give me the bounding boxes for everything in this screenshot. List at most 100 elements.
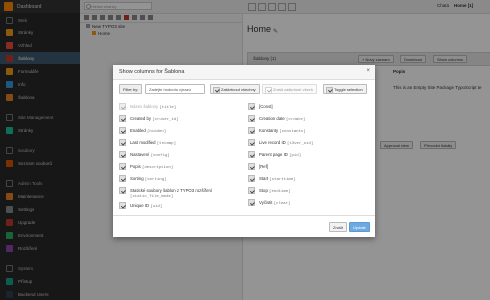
column-option[interactable]: Live record ID [t3ver_oid] [248,138,368,148]
column-name: Created by [130,116,152,121]
column-code: [config] [150,154,170,158]
column-code: [title] [159,106,177,110]
cancel-button[interactable]: Zrušit [329,222,347,232]
checkbox-icon[interactable] [119,163,126,170]
column-name: Vyčistit [259,200,273,205]
column-option-label: Sorting [sorting] [130,176,166,182]
column-code: [cruser_id] [152,118,179,122]
column-option[interactable]: Popis [description] [119,162,239,172]
column-option[interactable]: Start [starttime] [248,174,368,184]
toggle-icon [326,86,333,94]
column-option[interactable]: Statické soubory šablon z TYPO3 rozšířen… [119,186,239,199]
column-option[interactable]: Stop [endtime] [248,186,368,196]
column-code: [static_file_mode] [130,195,174,199]
column-name: Parent page ID [259,152,288,157]
column-option[interactable]: Creation date [crdate] [248,114,368,124]
column-option[interactable]: Vyčistit [clear] [248,198,368,208]
checkbox-icon[interactable] [119,202,126,209]
checkbox-icon[interactable] [248,127,255,134]
column-code: [sorting] [144,178,167,182]
column-name: Last modified [130,140,156,145]
column-option-label: Created by [cruser_id] [130,116,179,122]
column-code: [clear] [273,202,291,206]
filter-input[interactable]: Zadejte hodnotu výrazu [145,84,205,94]
column-option-label: Konstanty [constants] [259,128,306,134]
column-option-label: Creation date [crdate] [259,116,305,122]
checkbox-icon [119,103,126,110]
checkbox-icon[interactable] [248,103,255,110]
column-option-label: Popis [description] [130,164,173,170]
modal-header: Show columns for Šablona × [113,65,375,80]
column-code: [pid] [289,154,302,158]
column-name: Název šablony [130,104,159,109]
column-code: [hidden] [146,130,167,134]
column-option[interactable]: Created by [cruser_id] [119,114,239,124]
checkbox-icon[interactable] [119,115,126,122]
empty-checkbox-icon [265,86,272,94]
column-name: Konstanty [259,128,279,133]
checkbox-icon[interactable] [119,139,126,146]
column-option[interactable]: [Const] [248,102,368,112]
column-option[interactable]: Konstanty [constants] [248,126,368,136]
checkbox-icon[interactable] [248,139,255,146]
checkbox-icon [213,86,220,94]
checkbox-icon[interactable] [248,187,255,194]
column-name: Creation date [259,116,285,121]
column-option[interactable]: Enabled [hidden] [119,126,239,136]
toggle-selection-button[interactable]: Toggle selection [323,84,367,94]
deselect-all-button[interactable]: Zrušit zaškrtnutí všech [262,84,318,94]
checkbox-icon[interactable] [248,163,255,170]
checkbox-icon[interactable] [119,187,126,194]
column-option[interactable]: Unique ID [uid] [119,201,239,211]
column-code: [tstamp] [156,142,176,146]
column-option-label: Live record ID [t3ver_oid] [259,140,313,146]
checkbox-icon[interactable] [248,115,255,122]
column-name: Nastavení [130,152,150,157]
checkbox-icon[interactable] [119,151,126,158]
column-option[interactable]: [Ref] [248,162,368,172]
column-code: [description] [141,166,174,170]
column-name: Popis [130,164,141,169]
column-option-label: Vyčistit [clear] [259,200,290,206]
column-name: Start [259,176,269,181]
column-code: [t3ver_oid] [286,142,314,146]
column-code: [crdate] [286,118,306,122]
column-name: [Ref] [259,164,269,169]
select-all-button[interactable]: Zaškrtnout všechny [210,84,260,94]
column-option[interactable]: Last modified [tstamp] [119,138,239,148]
checkbox-icon[interactable] [119,175,126,182]
checkbox-icon[interactable] [119,127,126,134]
checkbox-icon[interactable] [248,199,255,206]
column-option-label: Unique ID [uid] [130,203,162,209]
column-code: [starttime] [269,178,296,182]
column-option[interactable]: Sorting [sorting] [119,174,239,184]
filter-label: Filter by: [119,84,143,94]
column-name: Sorting [130,176,144,181]
column-option-label: [Ref] [259,164,268,170]
column-code: [endtime] [269,190,291,194]
column-option-label: Nastavení [config] [130,152,170,158]
column-option-label: Parent page ID [pid] [259,152,301,158]
columns-left-list: Název šablony [title] Created by [cruser_… [119,102,239,212]
column-name: Stop [259,188,268,193]
modal-title: Show columns for Šablona [119,69,185,75]
update-button[interactable]: Update [349,222,370,232]
column-name: Unique ID [130,203,150,208]
column-option[interactable]: Parent page ID [pid] [248,150,368,160]
modal-footer: Zrušit Update [113,215,375,238]
columns-right-list: [Const] Creation date [crdate] Konstanty … [248,102,368,212]
column-option-label: Název šablony [title] [130,104,176,110]
column-option-label: Statické soubory šablon z TYPO3 rozšířen… [130,188,212,199]
column-option-label: Last modified [tstamp] [130,140,176,146]
column-option-label: Stop [endtime] [259,188,291,194]
column-option: Název šablony [title] [119,102,239,112]
checkbox-icon[interactable] [248,175,255,182]
column-option-label: [Const] [259,104,273,110]
checkbox-icon[interactable] [248,151,255,158]
column-name: Enabled [130,128,146,133]
column-option[interactable]: Nastavení [config] [119,150,239,160]
column-code: [constants] [279,130,306,134]
column-name: [Const] [259,104,273,109]
column-name: Live record ID [259,140,286,145]
close-icon[interactable]: × [366,68,370,74]
